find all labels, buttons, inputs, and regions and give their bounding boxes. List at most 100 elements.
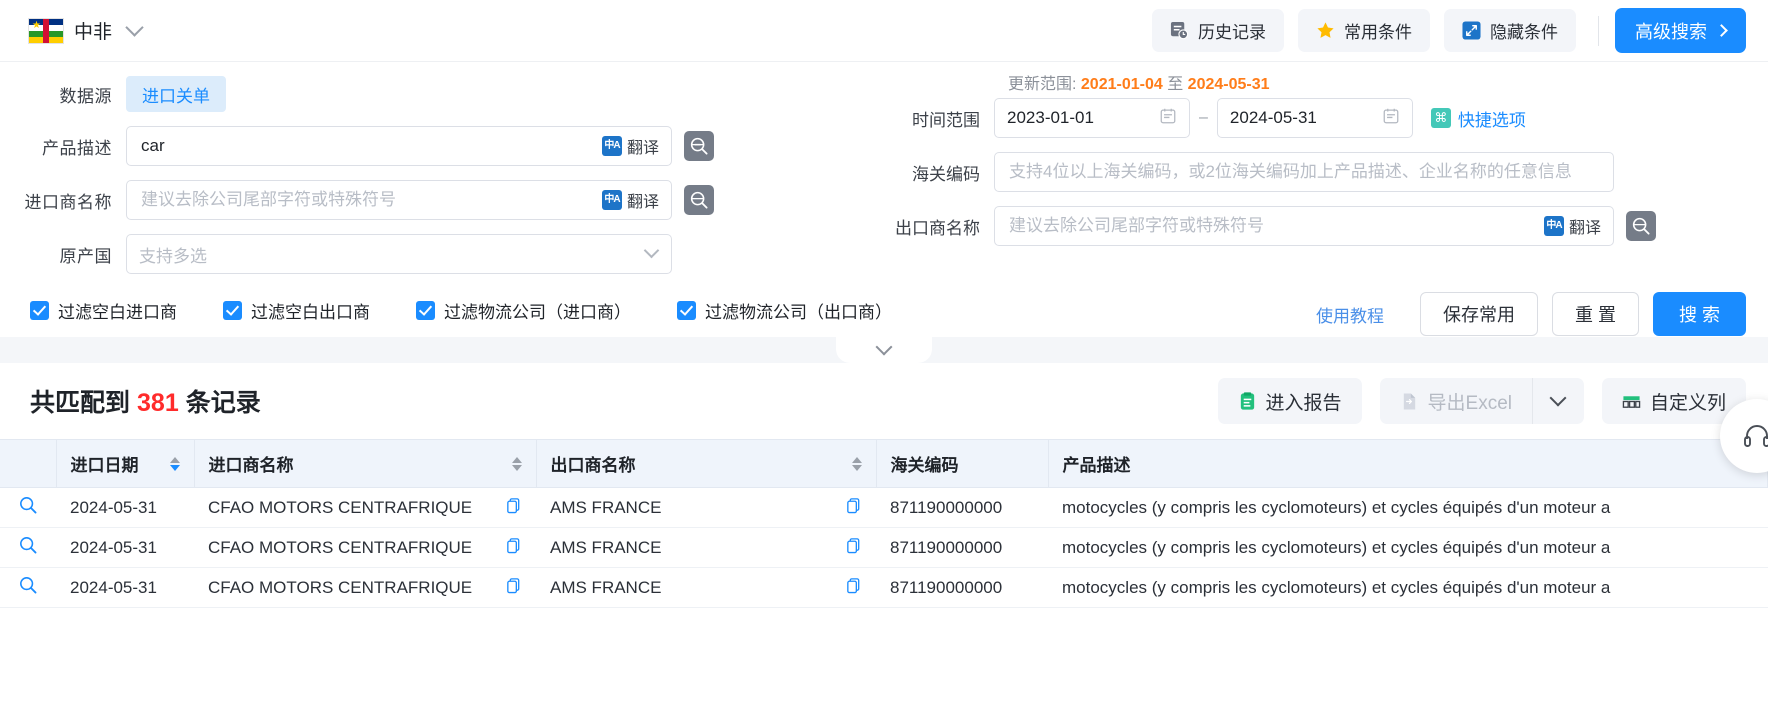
product-translate-button[interactable]: 中A 翻译 bbox=[594, 134, 659, 158]
central-african-republic-flag-icon bbox=[28, 17, 64, 44]
update-range-start: 2021-01-04 bbox=[1080, 76, 1163, 93]
origin-select[interactable]: 支持多选 bbox=[126, 234, 672, 274]
calendar-icon bbox=[1159, 107, 1177, 130]
cell-importer-name: CFAO MOTORS CENTRAFRIQUE bbox=[194, 487, 536, 528]
panel-collapse-toggle[interactable] bbox=[836, 337, 932, 363]
date-start-input[interactable]: 2023-01-01 bbox=[994, 98, 1190, 138]
copy-icon[interactable] bbox=[505, 497, 522, 519]
table-row[interactable]: 2024-05-31 CFAO MOTORS CENTRAFRIQUE AMS … bbox=[0, 527, 1768, 568]
checkbox-label: 过滤物流公司（进口商） bbox=[444, 303, 631, 322]
cell-importer-name: CFAO MOTORS CENTRAFRIQUE bbox=[194, 527, 536, 568]
checkbox-filter-empty-exporter[interactable]: 过滤空白出口商 bbox=[223, 298, 370, 323]
time-range-label: 时间范围 bbox=[912, 110, 980, 130]
export-excel-button[interactable]: 导出Excel bbox=[1379, 378, 1532, 424]
table-header-exporter-name[interactable]: 出口商名称 bbox=[536, 439, 877, 488]
checkbox-filter-empty-importer[interactable]: 过滤空白进口商 bbox=[30, 298, 177, 323]
app-root: 中非 历史记录 常用条件 隐藏条件 高级搜索 数据源 进口关单 产品描述 car… bbox=[0, 0, 1768, 716]
country-selector[interactable]: 中非 bbox=[22, 17, 144, 44]
export-excel-dropdown-button[interactable] bbox=[1531, 378, 1584, 424]
table-header-importer-name[interactable]: 进口商名称 bbox=[194, 439, 537, 488]
cell-text: AMS FRANCE bbox=[550, 577, 662, 597]
table-header-action bbox=[0, 439, 57, 488]
importer-row: 进口商名称 中A 翻译 bbox=[0, 180, 880, 220]
sort-toggle-icon[interactable] bbox=[851, 456, 862, 471]
checkbox-icon bbox=[677, 301, 696, 320]
cell-import-date: 2024-05-31 bbox=[56, 567, 194, 608]
chevron-right-icon bbox=[1715, 24, 1728, 37]
search-panel: 数据源 进口关单 产品描述 中A 翻译 bbox=[0, 62, 1768, 363]
cell-import-date: 2024-05-31 bbox=[56, 527, 194, 568]
importer-input[interactable] bbox=[139, 181, 594, 219]
command-icon: ⌘ bbox=[1430, 108, 1451, 128]
product-zoom-out-button[interactable] bbox=[684, 131, 714, 161]
translate-icon: 中A bbox=[601, 190, 622, 210]
exporter-zoom-out-button[interactable] bbox=[1626, 211, 1656, 241]
hs-code-input-wrap[interactable] bbox=[994, 152, 1614, 192]
reset-button[interactable]: 重 置 bbox=[1551, 292, 1639, 336]
copy-icon[interactable] bbox=[845, 537, 862, 559]
favorites-button[interactable]: 常用条件 bbox=[1298, 9, 1430, 52]
table-header-label: 进口日期 bbox=[70, 456, 139, 475]
importer-input-wrap[interactable]: 中A 翻译 bbox=[126, 180, 672, 220]
enter-report-button[interactable]: 进入报告 bbox=[1217, 378, 1362, 424]
importer-translate-button[interactable]: 中A 翻译 bbox=[594, 188, 659, 212]
favorites-button-label: 常用条件 bbox=[1344, 23, 1412, 42]
results-section: 共匹配到 381 条记录 进入报告 导出Excel 自定义列 进口日期 进口商名… bbox=[0, 363, 1768, 608]
origin-select-placeholder: 支持多选 bbox=[139, 246, 207, 266]
time-range-row: 时间范围 2023-01-01 – 2024-05-31 ⌘ 快捷选项 bbox=[880, 98, 1768, 138]
table-header-import-date[interactable]: 进口日期 bbox=[56, 439, 195, 488]
checkbox-label: 过滤物流公司（出口商） bbox=[705, 303, 892, 322]
search-detail-icon[interactable] bbox=[18, 497, 38, 519]
translate-label: 翻译 bbox=[626, 194, 659, 211]
copy-icon[interactable] bbox=[505, 537, 522, 559]
row-detail-cell[interactable] bbox=[0, 527, 56, 568]
chevron-down-icon bbox=[875, 338, 893, 356]
exporter-input-wrap[interactable]: 中A 翻译 bbox=[994, 206, 1614, 246]
results-table-head: 进口日期 进口商名称 出口商名称 海关编码 产品描述 bbox=[0, 439, 1768, 488]
copy-icon[interactable] bbox=[505, 577, 522, 599]
update-range: 更新范围: 2021-01-04 至 2024-05-31 bbox=[1008, 70, 1270, 94]
checkbox-filter-logistics-exporter[interactable]: 过滤物流公司（出口商） bbox=[677, 298, 892, 323]
table-header-row: 进口日期 进口商名称 出口商名称 海关编码 产品描述 bbox=[0, 439, 1768, 488]
product-input-wrap[interactable]: 中A 翻译 bbox=[126, 126, 672, 166]
results-table-body: 2024-05-31 CFAO MOTORS CENTRAFRIQUE AMS … bbox=[0, 487, 1768, 608]
hide-conditions-button[interactable]: 隐藏条件 bbox=[1444, 9, 1576, 52]
datasource-row: 数据源 进口关单 bbox=[0, 76, 880, 112]
checkbox-filter-logistics-importer[interactable]: 过滤物流公司（进口商） bbox=[416, 298, 631, 323]
collapse-icon bbox=[1462, 21, 1481, 40]
date-end-input[interactable]: 2024-05-31 bbox=[1216, 98, 1413, 138]
headset-icon bbox=[1744, 425, 1768, 447]
save-favorite-button[interactable]: 保存常用 bbox=[1419, 292, 1538, 336]
advanced-search-label: 高级搜索 bbox=[1635, 21, 1707, 42]
sort-toggle-icon[interactable] bbox=[169, 456, 180, 471]
sort-toggle-icon[interactable] bbox=[511, 456, 522, 471]
cell-exporter-name: AMS FRANCE bbox=[536, 527, 876, 568]
translate-label: 翻译 bbox=[626, 140, 659, 157]
table-header-label: 出口商名称 bbox=[550, 456, 636, 475]
table-row[interactable]: 2024-05-31 CFAO MOTORS CENTRAFRIQUE AMS … bbox=[0, 567, 1768, 608]
row-detail-cell[interactable] bbox=[0, 487, 56, 528]
search-submit-button[interactable]: 搜 索 bbox=[1652, 292, 1746, 336]
hs-code-input[interactable] bbox=[1007, 153, 1601, 191]
exporter-input[interactable] bbox=[1007, 207, 1536, 245]
table-header-label: 进口商名称 bbox=[208, 456, 294, 475]
history-icon bbox=[1170, 21, 1189, 40]
copy-icon[interactable] bbox=[845, 577, 862, 599]
cell-text: AMS FRANCE bbox=[550, 537, 662, 557]
quick-options-button[interactable]: ⌘ 快捷选项 bbox=[1430, 106, 1526, 131]
table-row[interactable]: 2024-05-31 CFAO MOTORS CENTRAFRIQUE AMS … bbox=[0, 487, 1768, 528]
copy-icon[interactable] bbox=[845, 497, 862, 519]
history-button[interactable]: 历史记录 bbox=[1152, 9, 1284, 52]
advanced-search-button[interactable]: 高级搜索 bbox=[1615, 8, 1746, 53]
search-detail-icon[interactable] bbox=[18, 577, 38, 599]
exporter-translate-button[interactable]: 中A 翻译 bbox=[1536, 214, 1601, 238]
translate-icon: 中A bbox=[601, 136, 622, 156]
hide-conditions-button-label: 隐藏条件 bbox=[1490, 23, 1558, 42]
datasource-tab-import[interactable]: 进口关单 bbox=[126, 76, 226, 112]
product-input[interactable] bbox=[139, 127, 594, 165]
checkbox-icon bbox=[416, 301, 435, 320]
row-detail-cell[interactable] bbox=[0, 567, 56, 608]
search-detail-icon[interactable] bbox=[18, 537, 38, 559]
tutorial-link[interactable]: 使用教程 bbox=[1316, 302, 1384, 327]
importer-zoom-out-button[interactable] bbox=[684, 185, 714, 215]
